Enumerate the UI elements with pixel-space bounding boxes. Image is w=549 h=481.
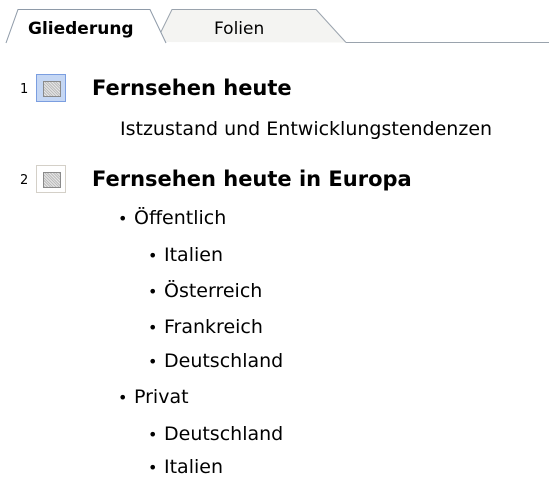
bullet-icon: • (118, 388, 128, 407)
slide-1-icon[interactable] (36, 74, 66, 102)
list-item[interactable]: • Italien (148, 454, 223, 481)
bullet-icon: • (148, 318, 158, 337)
bullet-text: Italien (164, 244, 223, 266)
bullet-text: Deutschland (164, 350, 284, 372)
list-item[interactable]: • Privat (118, 384, 189, 411)
bullet-icon: • (148, 352, 158, 371)
bullet-text: Deutschland (164, 423, 284, 445)
slide-number: 1 (20, 82, 29, 97)
slide-title[interactable]: Fernsehen heute (92, 74, 292, 102)
slide-subtitle[interactable]: Istzustand und Entwicklungstendenzen (120, 116, 492, 142)
bullet-icon: • (118, 209, 128, 228)
list-item[interactable]: • Österreich (148, 278, 262, 305)
list-item[interactable]: • Deutschland (148, 421, 283, 448)
slide-thumbnail-icon (43, 81, 61, 97)
slide-2-icon[interactable] (36, 165, 66, 193)
slide-title[interactable]: Fernsehen heute in Europa (92, 165, 412, 193)
slide-number: 2 (20, 173, 29, 188)
list-item[interactable]: • Deutschland (148, 348, 283, 375)
bullet-icon: • (148, 458, 158, 477)
outline-slide-1[interactable]: 1 Fernsehen heute Istzustand und Entwick… (0, 74, 549, 154)
bullet-text: Österreich (164, 280, 263, 302)
outline-slide-2[interactable]: 2 Fernsehen heute in Europa • Öffentlich … (0, 165, 549, 481)
outline-pane: Gliederung Folien 1 Fernsehen heute Istz… (0, 0, 549, 481)
bullet-text: Privat (134, 386, 189, 408)
slide-thumbnail-icon (43, 172, 61, 188)
bullet-text: Italien (164, 456, 223, 478)
tab-gliederung[interactable]: Gliederung (28, 18, 134, 40)
list-item[interactable]: • Öffentlich (118, 205, 226, 232)
list-item[interactable]: • Frankreich (148, 314, 263, 341)
bullet-icon: • (148, 425, 158, 444)
bullet-icon: • (148, 246, 158, 265)
bullet-text: Öffentlich (134, 207, 227, 229)
tab-strip: Gliederung Folien (0, 0, 549, 44)
tab-folien[interactable]: Folien (214, 18, 264, 40)
list-item[interactable]: • Italien (148, 242, 223, 269)
bullet-text: Frankreich (164, 316, 263, 338)
bullet-icon: • (148, 282, 158, 301)
